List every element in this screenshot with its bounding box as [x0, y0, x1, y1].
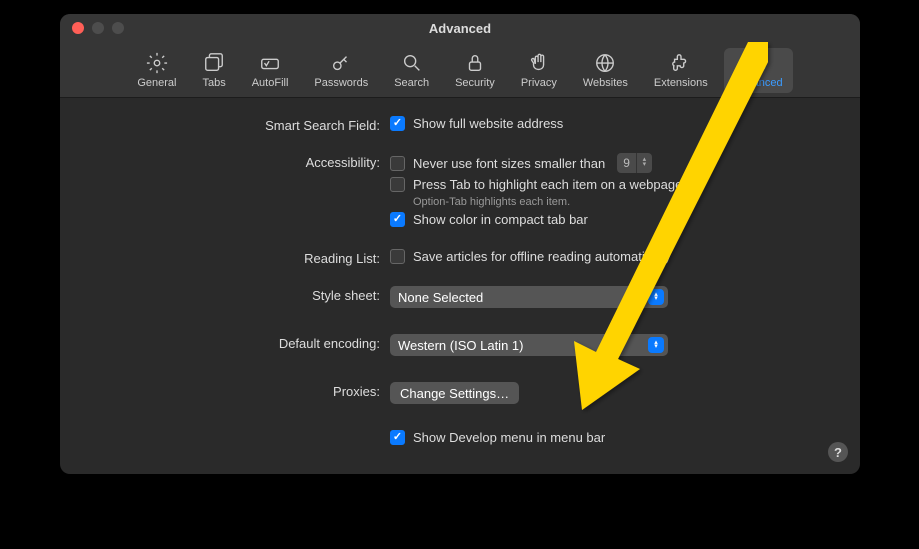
gears-icon: [747, 52, 769, 74]
option-tab-hint: Option-Tab highlights each item.: [413, 196, 820, 208]
proxies-label: Proxies:: [100, 382, 390, 399]
puzzle-icon: [670, 52, 692, 74]
style-sheet-select[interactable]: None Selected: [390, 286, 668, 308]
tab-label: Tabs: [202, 77, 225, 89]
globe-icon: [594, 52, 616, 74]
show-full-url-checkbox[interactable]: [390, 116, 405, 131]
search-icon: [401, 52, 423, 74]
maximize-button[interactable]: [112, 22, 124, 34]
titlebar: Advanced: [60, 14, 860, 42]
smart-search-label: Smart Search Field:: [100, 116, 390, 133]
tab-advanced[interactable]: Advanced: [724, 48, 793, 93]
press-tab-checkbox[interactable]: [390, 177, 405, 192]
preferences-window: Advanced General Tabs AutoFill Passwords…: [60, 14, 860, 474]
tab-label: Advanced: [734, 77, 783, 89]
never-font-sizes-checkbox[interactable]: [390, 156, 405, 171]
tab-label: Search: [394, 77, 429, 89]
save-offline-label: Save articles for offline reading automa…: [413, 249, 671, 264]
tab-search[interactable]: Search: [384, 48, 439, 93]
tab-extensions[interactable]: Extensions: [644, 48, 718, 93]
key-icon: [330, 52, 352, 74]
chevron-updown-icon: [648, 337, 664, 353]
tab-autofill[interactable]: AutoFill: [242, 48, 299, 93]
default-encoding-value: Western (ISO Latin 1): [398, 338, 523, 353]
font-size-value: 9: [617, 156, 636, 170]
show-develop-menu-checkbox[interactable]: [390, 430, 405, 445]
traffic-lights: [60, 22, 124, 34]
window-title: Advanced: [60, 21, 860, 36]
default-encoding-select[interactable]: Western (ISO Latin 1): [390, 334, 668, 356]
hand-icon: [528, 52, 550, 74]
change-settings-button[interactable]: Change Settings…: [390, 382, 519, 404]
stepper-arrows-icon[interactable]: [636, 153, 652, 173]
preferences-toolbar: General Tabs AutoFill Passwords Search S…: [60, 42, 860, 98]
reading-list-label: Reading List:: [100, 249, 390, 266]
tabs-icon: [203, 52, 225, 74]
tab-label: General: [137, 77, 176, 89]
tab-label: AutoFill: [252, 77, 289, 89]
tab-privacy[interactable]: Privacy: [511, 48, 567, 93]
show-full-url-label: Show full website address: [413, 116, 563, 131]
pencil-icon: [259, 52, 281, 74]
tab-security[interactable]: Security: [445, 48, 505, 93]
tab-label: Websites: [583, 77, 628, 89]
tab-label: Privacy: [521, 77, 557, 89]
style-sheet-label: Style sheet:: [100, 286, 390, 303]
default-encoding-label: Default encoding:: [100, 334, 390, 351]
tab-passwords[interactable]: Passwords: [304, 48, 378, 93]
show-develop-menu-label: Show Develop menu in menu bar: [413, 430, 605, 445]
never-font-sizes-label: Never use font sizes smaller than: [413, 156, 605, 171]
tab-tabs[interactable]: Tabs: [192, 48, 235, 93]
save-offline-checkbox[interactable]: [390, 249, 405, 264]
show-color-compact-checkbox[interactable]: [390, 212, 405, 227]
show-color-compact-label: Show color in compact tab bar: [413, 212, 588, 227]
tab-general[interactable]: General: [127, 48, 186, 93]
close-button[interactable]: [72, 22, 84, 34]
accessibility-label: Accessibility:: [100, 153, 390, 170]
tab-label: Passwords: [314, 77, 368, 89]
tab-websites[interactable]: Websites: [573, 48, 638, 93]
gear-icon: [146, 52, 168, 74]
tab-label: Extensions: [654, 77, 708, 89]
style-sheet-value: None Selected: [398, 290, 483, 305]
lock-icon: [464, 52, 486, 74]
content-area: Smart Search Field: Show full website ad…: [60, 98, 860, 471]
font-size-stepper[interactable]: 9: [617, 153, 652, 173]
press-tab-label: Press Tab to highlight each item on a we…: [413, 177, 682, 192]
minimize-button[interactable]: [92, 22, 104, 34]
tab-label: Security: [455, 77, 495, 89]
chevron-updown-icon: [648, 289, 664, 305]
help-button[interactable]: ?: [828, 442, 848, 462]
